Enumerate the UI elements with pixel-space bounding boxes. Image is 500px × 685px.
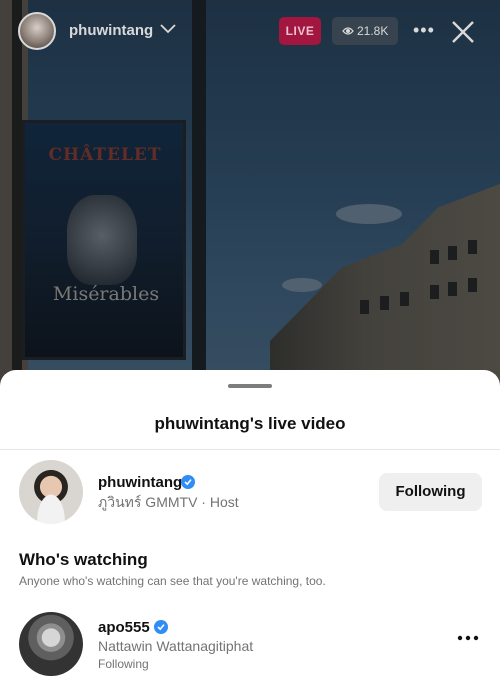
viewers-bottom-sheet: phuwintang's live video phuwintang ภูวิน… xyxy=(0,370,500,685)
more-horizontal-icon[interactable]: ••• xyxy=(413,20,435,41)
host-avatar[interactable] xyxy=(18,12,56,50)
live-top-bar: phuwintang LIVE 21.8K ••• xyxy=(0,0,500,62)
host-profile-subtitle: ภูวินทร์ GMMTV · Host xyxy=(98,494,239,510)
more-horizontal-icon[interactable] xyxy=(457,634,479,642)
viewer-count-badge[interactable]: 21.8K xyxy=(332,17,398,45)
live-badge: LIVE xyxy=(279,17,321,45)
close-icon[interactable] xyxy=(450,19,476,45)
viewer-follow-status: Following xyxy=(98,657,149,671)
host-profile-username[interactable]: phuwintang xyxy=(98,474,182,491)
divider xyxy=(0,449,500,450)
section-title: Who's watching xyxy=(19,550,148,569)
sheet-drag-handle[interactable] xyxy=(228,384,272,388)
following-button[interactable]: Following xyxy=(379,473,482,511)
host-username[interactable]: phuwintang xyxy=(69,22,153,39)
viewer-avatar[interactable] xyxy=(19,612,83,676)
host-profile-avatar[interactable] xyxy=(19,460,83,524)
sheet-title: phuwintang's live video xyxy=(154,414,346,433)
eye-icon xyxy=(342,27,354,35)
chevron-down-icon[interactable] xyxy=(160,24,176,34)
viewer-full-name: Nattawin Wattanagitiphat xyxy=(98,638,254,654)
viewer-count: 21.8K xyxy=(357,24,389,38)
verified-badge-icon xyxy=(154,620,168,634)
verified-badge-icon xyxy=(181,475,195,489)
viewer-username[interactable]: apo555 xyxy=(98,619,150,636)
section-description: Anyone who's watching can see that you'r… xyxy=(19,574,326,588)
